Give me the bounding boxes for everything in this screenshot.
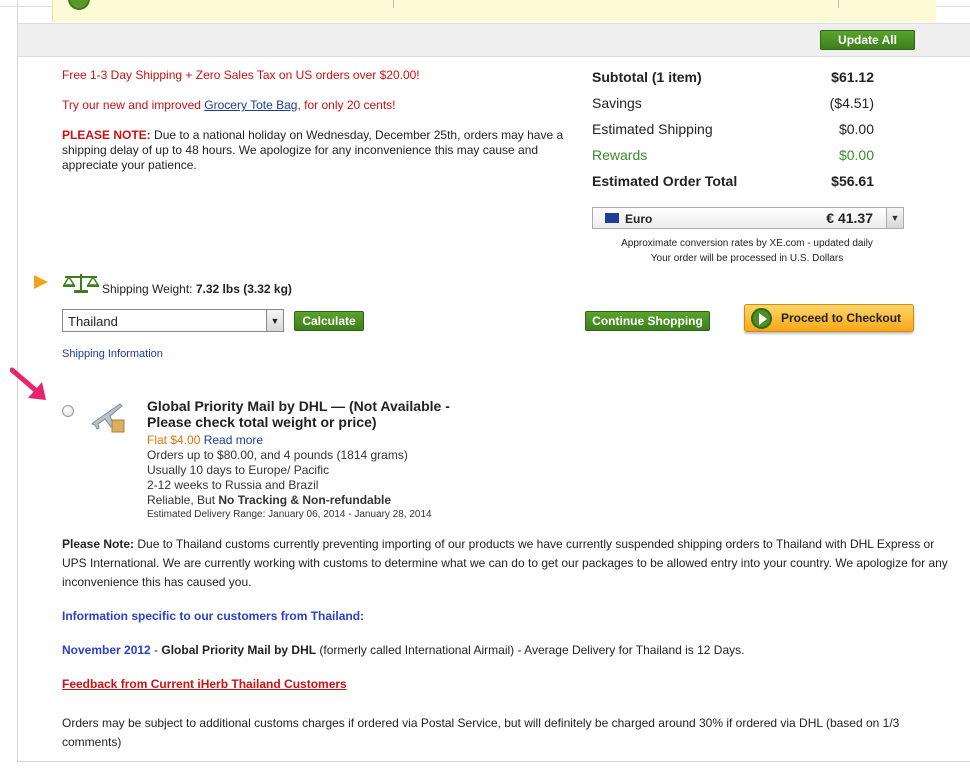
shipping-option-radio[interactable]	[62, 405, 74, 417]
airplane-icon	[91, 403, 125, 433]
country-select[interactable]: Thailand ▼	[62, 309, 284, 332]
play-icon	[751, 308, 772, 329]
delivery-info: November 2012 - Global Priority Mail by …	[62, 643, 745, 657]
order-summary: Subtotal (1 item) $61.12 Savings ($4.51)…	[592, 64, 874, 194]
scale-icon	[62, 274, 100, 293]
thailand-info-heading: Information specific to our customers fr…	[62, 609, 365, 623]
subtotal-row: Subtotal (1 item) $61.12	[592, 69, 874, 85]
conversion-note: Approximate conversion rates by XE.com -…	[621, 238, 873, 249]
grocery-tote-link[interactable]: Grocery Tote Bag	[204, 98, 297, 112]
order-total-row: Estimated Order Total $56.61	[592, 173, 874, 189]
holiday-note: PLEASE NOTE: Due to a national holiday o…	[62, 128, 564, 172]
update-all-button[interactable]: Update All	[820, 30, 915, 50]
currency-select[interactable]: Euro € 41.37 ▼	[592, 207, 904, 229]
shipping-weight: Shipping Weight: 7.32 lbs (3.32 kg)	[102, 282, 292, 296]
processing-note: Your order will be processed in U.S. Dol…	[650, 253, 844, 264]
rewards-row: Rewards $0.00	[592, 147, 874, 163]
continue-shopping-button[interactable]: Continue Shopping	[585, 311, 710, 331]
proceed-to-checkout-button[interactable]: Proceed to Checkout	[744, 304, 914, 332]
currency-value: € 41.37	[826, 210, 873, 226]
chevron-down-icon[interactable]: ▼	[886, 208, 903, 228]
item-status-icon	[68, 0, 90, 10]
savings-row: Savings ($4.51)	[592, 95, 874, 111]
shipping-row: Estimated Shipping $0.00	[592, 121, 874, 137]
read-more-link[interactable]: Read more	[204, 433, 263, 447]
feedback-link[interactable]: Feedback from Current iHerb Thailand Cus…	[62, 677, 347, 691]
shipping-option-dhl: Global Priority Mail by DHL — (Not Avail…	[147, 398, 477, 522]
arrow-right-icon	[34, 275, 48, 289]
cart-item-row	[52, 0, 936, 22]
currency-name: Euro	[625, 212, 653, 226]
option-title: Global Priority Mail by DHL — (Not Avail…	[147, 398, 450, 430]
customs-charges-note: Orders may be subject to additional cust…	[62, 716, 900, 749]
thailand-customs-note: Please Note: Due to Thailand customs cur…	[62, 537, 948, 589]
shipping-information-link[interactable]: Shipping Information	[62, 348, 163, 360]
delivery-range: Estimated Delivery Range: January 06, 20…	[147, 509, 432, 520]
free-shipping-message: Free 1-3 Day Shipping + Zero Sales Tax o…	[62, 68, 420, 82]
eu-flag-icon	[605, 213, 619, 223]
pointer-arrow-icon	[10, 367, 46, 400]
flat-price: Flat $4.00	[147, 433, 201, 447]
calculate-button[interactable]: Calculate	[294, 311, 364, 331]
tote-bag-message: Try our new and improved Grocery Tote Ba…	[62, 98, 396, 112]
chevron-down-icon[interactable]: ▼	[266, 310, 283, 331]
